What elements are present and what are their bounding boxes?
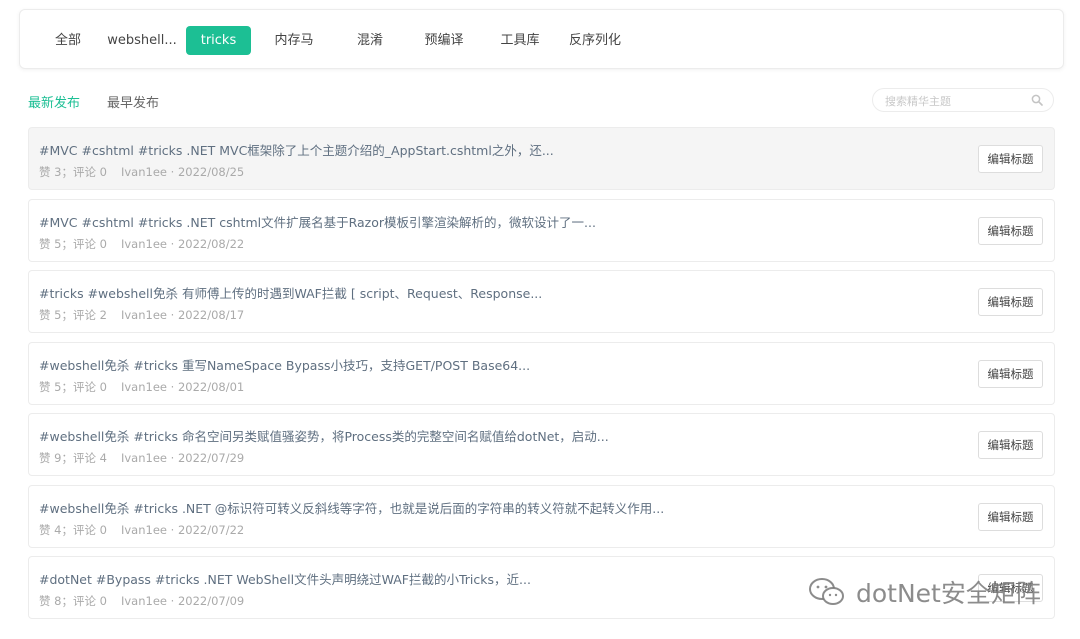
tab-precompile[interactable]: 预编译 bbox=[418, 26, 470, 55]
search-box bbox=[872, 88, 1054, 112]
post-title[interactable]: #tricks #webshell免杀 有师傅上传的时遇到WAF拦截 [ scr… bbox=[39, 283, 542, 302]
sort-newest[interactable]: 最新发布 bbox=[28, 92, 80, 111]
post-likes: 赞 5 bbox=[39, 379, 62, 394]
post-meta: 赞 5；评论 0 Ivan1ee · 2022/08/22 bbox=[39, 236, 245, 251]
tab-deserialization[interactable]: 反序列化 bbox=[564, 26, 626, 55]
post-comments: 评论 0 bbox=[72, 165, 107, 179]
tab-obfuscation[interactable]: 混淆 bbox=[346, 26, 394, 55]
post-likes: 赞 5 bbox=[39, 308, 62, 322]
edit-title-button[interactable]: 编辑标题 bbox=[978, 359, 1043, 388]
category-tab-bar: 全部 webshell... tricks 内存马 混淆 预编译 工具库 反序列… bbox=[19, 9, 1064, 69]
tab-webshell[interactable]: webshell... bbox=[106, 26, 178, 55]
post-comments: 评论 2 bbox=[72, 308, 107, 322]
post-meta: 赞 5；评论 0 Ivan1ee · 2022/08/01 bbox=[39, 379, 245, 394]
post-meta: 赞 5；评论 2 Ivan1ee · 2022/08/17 bbox=[39, 308, 245, 322]
post-title[interactable]: #MVC #cshtml #tricks .NET MVC框架除了上个主题介绍的… bbox=[39, 140, 554, 159]
tab-toolkit[interactable]: 工具库 bbox=[494, 26, 546, 55]
post-likes: 赞 3 bbox=[39, 165, 62, 179]
search-icon[interactable] bbox=[1031, 94, 1043, 106]
post-date: 2022/07/29 bbox=[177, 451, 245, 465]
post-likes: 赞 5 bbox=[39, 236, 62, 251]
post-author[interactable]: Ivan1ee bbox=[121, 451, 167, 465]
post-date: 2022/08/25 bbox=[177, 165, 245, 179]
post-author[interactable]: Ivan1ee bbox=[121, 308, 167, 322]
tab-tricks[interactable]: tricks bbox=[186, 26, 251, 55]
post-likes: 赞 9 bbox=[39, 451, 62, 465]
post-card: #MVC #cshtml #tricks .NET cshtml文件扩展名基于R… bbox=[28, 198, 1055, 262]
post-author[interactable]: Ivan1ee bbox=[121, 594, 167, 608]
edit-title-button[interactable]: 编辑标题 bbox=[978, 431, 1043, 459]
post-meta: 赞 3；评论 0 Ivan1ee · 2022/08/25 bbox=[39, 165, 245, 179]
post-card: #MVC #cshtml #tricks .NET MVC框架除了上个主题介绍的… bbox=[28, 127, 1055, 190]
post-date: 2022/08/17 bbox=[177, 308, 245, 322]
post-comments: 评论 0 bbox=[72, 236, 107, 251]
post-author[interactable]: Ivan1ee bbox=[121, 237, 167, 251]
wechat-icon bbox=[809, 578, 844, 605]
edit-title-button[interactable]: 编辑标题 bbox=[978, 288, 1043, 316]
post-date: 2022/07/09 bbox=[177, 594, 245, 608]
edit-title-button[interactable]: 编辑标题 bbox=[978, 145, 1043, 173]
post-title[interactable]: #webshell免杀 #tricks 重写NameSpace Bypass小技… bbox=[39, 355, 530, 374]
post-title[interactable]: #webshell免杀 #tricks 命名空间另类赋值骚姿势，将Process… bbox=[39, 426, 609, 445]
post-date: 2022/08/22 bbox=[177, 236, 245, 251]
post-card: #webshell免杀 #tricks 重写NameSpace Bypass小技… bbox=[28, 341, 1055, 405]
post-list: #MVC #cshtml #tricks .NET MVC框架除了上个主题介绍的… bbox=[28, 127, 1055, 628]
post-author[interactable]: Ivan1ee bbox=[121, 523, 167, 537]
post-meta: 赞 4；评论 0 Ivan1ee · 2022/07/22 bbox=[39, 522, 245, 537]
watermark: dotNet安全矩阵 bbox=[808, 574, 1041, 610]
post-comments: 评论 4 bbox=[72, 451, 107, 465]
post-title[interactable]: #dotNet #Bypass #tricks .NET WebShell文件头… bbox=[39, 569, 531, 588]
search-input[interactable] bbox=[883, 91, 1027, 111]
post-date: 2022/07/22 bbox=[177, 522, 245, 537]
watermark-text: dotNet安全矩阵 bbox=[856, 579, 1041, 608]
edit-title-button[interactable]: 编辑标题 bbox=[978, 502, 1043, 531]
post-comments: 评论 0 bbox=[72, 594, 107, 608]
post-meta: 赞 9；评论 4 Ivan1ee · 2022/07/29 bbox=[39, 451, 245, 465]
post-date: 2022/08/01 bbox=[177, 379, 245, 394]
post-author[interactable]: Ivan1ee bbox=[121, 165, 167, 179]
tab-memory-shell[interactable]: 内存马 bbox=[270, 26, 318, 55]
post-card: #tricks #webshell免杀 有师傅上传的时遇到WAF拦截 [ scr… bbox=[28, 270, 1055, 333]
sort-oldest[interactable]: 最早发布 bbox=[107, 92, 159, 111]
tab-all[interactable]: 全部 bbox=[48, 26, 88, 55]
post-card: #webshell免杀 #tricks .NET @标识符可转义反斜线等字符，也… bbox=[28, 484, 1055, 548]
post-meta: 赞 8；评论 0 Ivan1ee · 2022/07/09 bbox=[39, 594, 245, 608]
post-comments: 评论 0 bbox=[72, 522, 107, 537]
post-title[interactable]: #MVC #cshtml #tricks .NET cshtml文件扩展名基于R… bbox=[39, 212, 596, 231]
edit-title-button[interactable]: 编辑标题 bbox=[978, 216, 1043, 245]
post-likes: 赞 8 bbox=[39, 594, 62, 608]
post-likes: 赞 4 bbox=[39, 522, 62, 537]
post-comments: 评论 0 bbox=[72, 379, 107, 394]
post-card: #webshell免杀 #tricks 命名空间另类赋值骚姿势，将Process… bbox=[28, 413, 1055, 476]
post-title[interactable]: #webshell免杀 #tricks .NET @标识符可转义反斜线等字符，也… bbox=[39, 498, 664, 517]
post-author[interactable]: Ivan1ee bbox=[121, 380, 167, 394]
